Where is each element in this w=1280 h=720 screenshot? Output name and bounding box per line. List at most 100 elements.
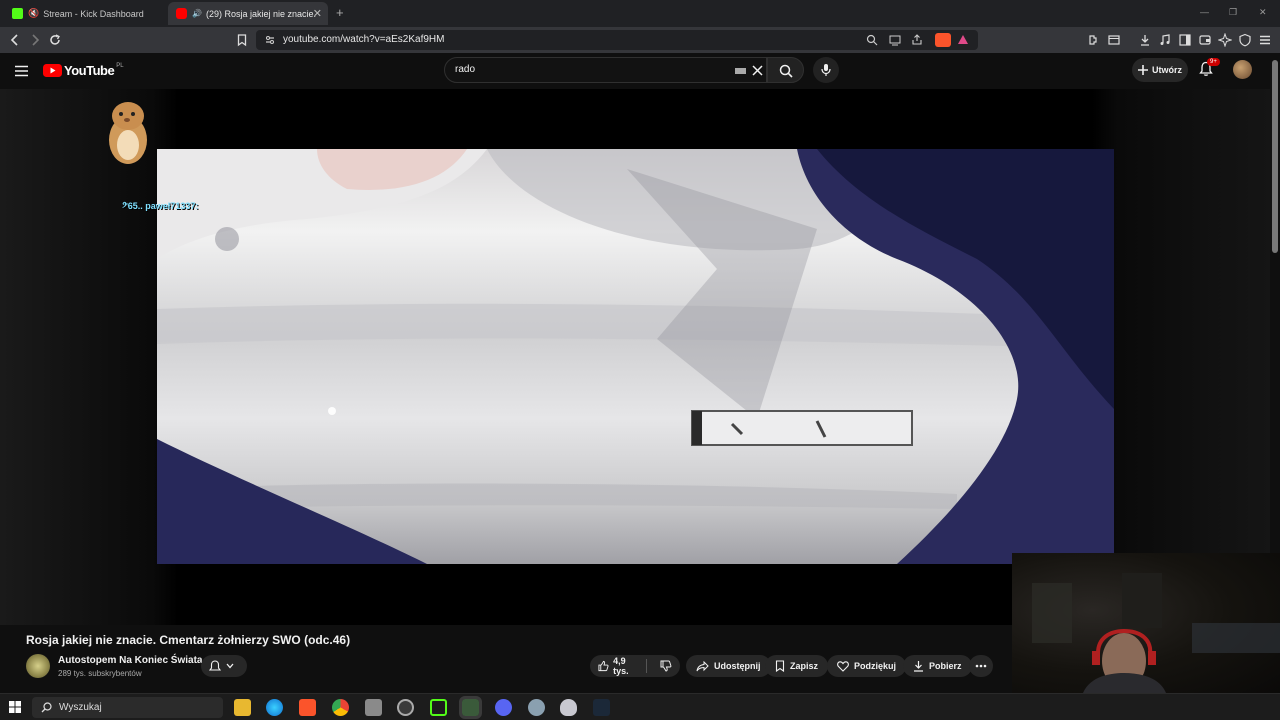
thumbs-down-icon (660, 660, 672, 672)
search-icon (779, 64, 793, 78)
channel-avatar[interactable] (26, 654, 50, 678)
video-title: Rosja jakiej nie znacie. Cmentarz żołnie… (26, 633, 351, 647)
video-frame[interactable] (157, 149, 1114, 564)
browser-tab-bar: 🔇 Stream - Kick Dashboard 🔊 (29) Rosja j… (0, 0, 1280, 27)
kick-app-icon[interactable] (430, 699, 447, 716)
youtube-header: YouTube PL rado Utwórz 9+ (0, 53, 1280, 89)
app-icon-blue[interactable] (528, 699, 545, 716)
address-bar[interactable]: youtube.com/watch?v=aEs2Kaf9HM (256, 30, 978, 50)
more-horizontal-icon (975, 664, 987, 668)
download-button[interactable]: Pobierz (903, 655, 972, 677)
dislike-button[interactable] (652, 660, 680, 672)
thanks-label: Podziękuj (854, 661, 897, 671)
app-icon-ghost[interactable] (560, 699, 577, 716)
vpn-shield-icon[interactable] (1238, 33, 1252, 47)
share-page-icon[interactable] (911, 34, 923, 46)
brave-shields-icon[interactable] (935, 33, 951, 47)
account-avatar[interactable] (1233, 60, 1252, 79)
search-box[interactable]: rado (444, 57, 767, 83)
like-count: 4,9 tys. (613, 656, 629, 676)
webcam-image (1032, 573, 1280, 696)
save-button[interactable]: Zapisz (765, 655, 829, 677)
mute-icon: 🔇 (28, 8, 40, 18)
plus-icon (1138, 65, 1148, 75)
wallet-icon[interactable] (1198, 33, 1212, 47)
tab-title: (29) Rosja jakiej nie znacie. C (205, 8, 318, 19)
taskbar-search[interactable]: Wyszukaj (32, 697, 223, 718)
windows-start-icon[interactable] (9, 701, 21, 713)
tab-title: Stream - Kick Dashboard (43, 8, 144, 19)
extensions-icon[interactable] (1087, 33, 1101, 47)
voice-search-button[interactable] (813, 57, 839, 83)
streaming-app-icon[interactable] (459, 696, 482, 719)
menu-icon[interactable] (1258, 33, 1272, 47)
page-scrollbar-thumb[interactable] (1272, 60, 1278, 253)
hamster-overlay-image (107, 100, 149, 166)
new-tab-button[interactable]: + (336, 5, 344, 20)
share-button[interactable]: Udostępnij (686, 655, 771, 677)
video-player[interactable] (0, 89, 1270, 625)
obs-icon[interactable] (397, 699, 414, 716)
search-button[interactable] (767, 57, 804, 83)
sidebar-icon[interactable] (1178, 33, 1192, 47)
like-dislike-group: 4,9 tys. (590, 655, 680, 677)
edge-icon[interactable] (266, 699, 283, 716)
subscriber-count: 289 tys. subskrybentów (58, 669, 142, 678)
share-label: Udostępnij (714, 661, 761, 671)
cast-icon[interactable] (889, 34, 901, 46)
thanks-heart-icon (837, 661, 849, 672)
bell-icon (209, 659, 221, 671)
like-button[interactable]: 4,9 tys. (598, 656, 641, 676)
windows-taskbar: Wyszukaj (0, 693, 1280, 720)
tab-kick-dashboard[interactable]: 🔇 Stream - Kick Dashboard (4, 2, 164, 25)
back-icon[interactable] (8, 33, 22, 47)
thumbs-up-icon (598, 660, 609, 672)
browser-toolbar: youtube.com/watch?v=aEs2Kaf9HM (0, 27, 1280, 53)
search-input[interactable]: rado (455, 64, 475, 75)
video-frame-image (157, 149, 1114, 564)
brave-rewards-icon[interactable] (957, 34, 969, 46)
leo-ai-icon[interactable] (1218, 33, 1232, 47)
brave-icon[interactable] (299, 699, 316, 716)
notifications-badge: 9+ (1207, 58, 1220, 66)
tab-search-icon[interactable] (1107, 33, 1121, 47)
share-icon (696, 660, 709, 671)
like-divider (646, 659, 647, 673)
download-label: Pobierz (929, 661, 962, 671)
close-tab-icon[interactable]: ✕ (313, 7, 322, 20)
microphone-icon (821, 64, 831, 76)
save-bookmark-icon (775, 660, 785, 672)
maximize-icon[interactable]: ❐ (1229, 7, 1237, 18)
notifications-preference-button[interactable] (201, 655, 247, 677)
steam-icon[interactable] (593, 699, 610, 716)
discord-icon[interactable] (495, 699, 512, 716)
media-icon[interactable] (1158, 33, 1172, 47)
youtube-logo[interactable]: YouTube PL (43, 63, 124, 78)
kick-icon (12, 8, 23, 19)
minimize-icon[interactable]: — (1200, 7, 1209, 17)
zoom-icon[interactable] (866, 34, 878, 46)
close-window-icon[interactable]: ✕ (1259, 7, 1267, 18)
thanks-button[interactable]: Podziękuj (827, 655, 907, 677)
save-label: Zapisz (790, 661, 819, 671)
clear-search-icon[interactable] (752, 65, 763, 76)
webcam-overlay (1012, 553, 1280, 696)
forward-icon[interactable] (28, 33, 42, 47)
tab-youtube-video[interactable]: 🔊 (29) Rosja jakiej nie znacie. C ✕ (168, 2, 328, 25)
logo-text: YouTube (64, 63, 115, 78)
reload-icon[interactable] (48, 33, 62, 47)
channel-name[interactable]: Autostopem Na Koniec Świata (58, 655, 202, 666)
bookmark-icon[interactable] (235, 33, 249, 47)
taskbar-search-icon (41, 702, 52, 713)
chevron-down-icon (226, 663, 234, 669)
chrome-icon[interactable] (332, 699, 349, 716)
download-icon[interactable] (1138, 33, 1152, 47)
more-actions-button[interactable] (969, 655, 993, 677)
create-button[interactable]: Utwórz (1132, 58, 1188, 82)
hamburger-icon[interactable] (15, 65, 28, 77)
app-icon-generic[interactable] (365, 699, 382, 716)
keyboard-icon[interactable] (735, 68, 746, 74)
site-info-icon[interactable] (264, 34, 276, 46)
file-explorer-icon[interactable] (234, 699, 251, 716)
url-text: youtube.com/watch?v=aEs2Kaf9HM (283, 34, 445, 45)
